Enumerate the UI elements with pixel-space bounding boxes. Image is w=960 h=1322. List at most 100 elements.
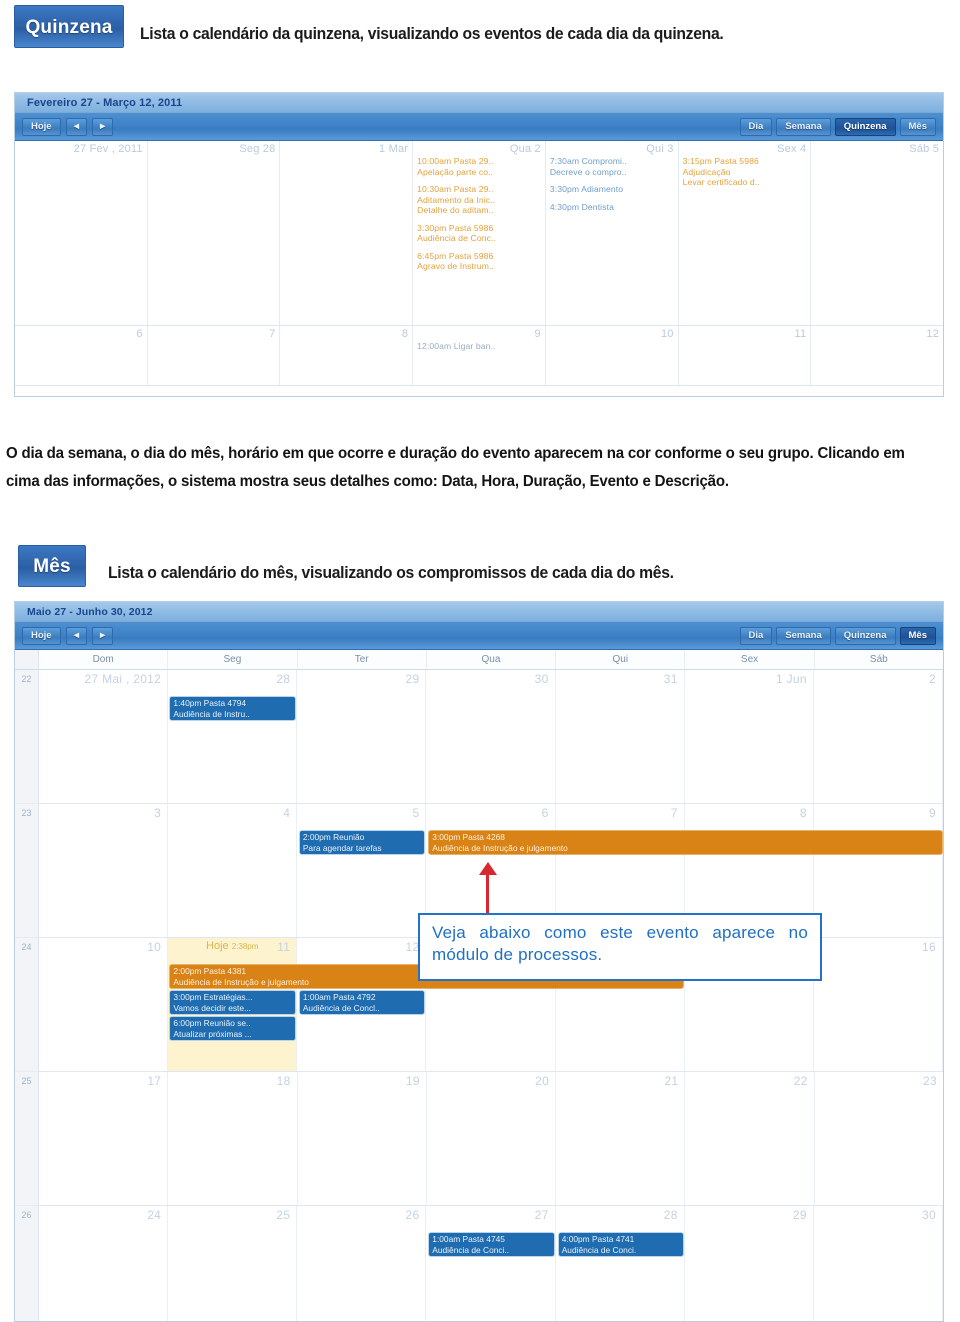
fortnight-calendar-title: Fevereiro 27 - Março 12, 2011 [15, 93, 943, 113]
week-number: 23 [15, 804, 38, 938]
quinzena-tag-button[interactable]: Quinzena [14, 5, 124, 48]
mes-tag-button[interactable]: Mês [18, 545, 86, 587]
event-line-2: Audiência de Conc.. [417, 233, 496, 243]
fortnight-day-cell[interactable]: 11 [679, 326, 812, 385]
month-day-cell[interactable]: 16 [814, 938, 943, 1071]
fortnight-event[interactable]: 7:30am Compromi.. Decreve o compro.. [550, 156, 674, 177]
month-day-cell[interactable]: 25 [168, 1206, 298, 1321]
prev-arrow-icon[interactable]: ◄ [65, 117, 87, 136]
fortnight-event[interactable]: 3:30pm Pasta 5986 Audiência de Conc.. [417, 223, 541, 244]
fortnight-day-cell[interactable]: 27 Fev , 2011 [15, 141, 148, 325]
fortnight-day-cell[interactable]: Qua 2 10:00am Pasta 29.. Apelação parte co… [413, 141, 546, 325]
fortnight-day-cell[interactable]: 9 12:00am Ligar ban.. [413, 326, 546, 385]
month-day-cell[interactable]: 31 [556, 670, 685, 803]
month-event-chip[interactable]: 2:00pm Reunião Para agendar tarefas [298, 830, 426, 855]
month-day-cell[interactable]: 29 [297, 670, 427, 803]
view-semana-button[interactable]: Semana [776, 117, 831, 136]
fortnight-event[interactable]: 10:30am Pasta 29.. Aditamento da Inic.. De… [417, 184, 541, 216]
month-day-number: 16 [922, 940, 936, 954]
month-event-chip[interactable]: 1:00am Pasta 4745 Audiência de Conci.. [428, 1232, 555, 1257]
month-day-cell[interactable]: 1 Jun [684, 670, 814, 803]
fortnight-event[interactable]: 3:30pm Adiamento [550, 184, 674, 195]
month-day-number: 29 [405, 672, 420, 686]
fortnight-day-cell[interactable]: 7 [148, 326, 281, 385]
view-switcher: Dia Semana Quinzena Mês [739, 117, 936, 136]
fortnight-day-label: Seg 28 [239, 143, 276, 155]
fortnight-event[interactable]: 6:45pm Pasta 5986 Agravo de Instrum.. [417, 251, 541, 272]
event-line-1: 7:30am Compromi.. [549, 156, 628, 166]
month-day-cell[interactable]: 10 [39, 938, 169, 1071]
today-button[interactable]: Hoje [22, 117, 61, 136]
month-day-cell[interactable]: 30 [426, 670, 556, 803]
event-line-2: Para agendar tarefas [302, 842, 382, 853]
fortnight-day-label: 7 [269, 328, 276, 340]
month-day-number: 8 [799, 806, 807, 820]
event-line-3: Detalhe do aditam.. [417, 205, 494, 215]
fortnight-event[interactable]: 4:30pm Dentista [550, 202, 674, 213]
view-dia-button[interactable]: Dia [739, 626, 773, 645]
month-day-number: 1 Jun [775, 672, 807, 686]
event-line-1: 2:00pm Reunião [302, 832, 365, 842]
month-day-cell[interactable]: 3 [39, 804, 169, 937]
month-event-chip[interactable]: 3:00pm Pasta 4268 Audiência de Instrução … [428, 830, 943, 855]
view-semana-button[interactable]: Semana [776, 626, 831, 645]
fortnight-day-cell[interactable]: Sáb 5 [811, 141, 943, 325]
month-day-cell[interactable]: 5 [297, 804, 427, 937]
view-quinzena-button[interactable]: Quinzena [834, 626, 896, 645]
fortnight-event[interactable]: 3:15pm Pasta 5986 Adjudicação Levar certif… [683, 156, 807, 188]
month-event-chip[interactable]: 6:00pm Reunião se.. Atualizar próximas ..… [169, 1016, 296, 1041]
month-day-cell[interactable]: 4 [168, 804, 298, 937]
fortnight-day-cell[interactable]: 1 Mar [280, 141, 414, 325]
event-line-3: Levar certificado d.. [682, 177, 760, 187]
month-event-chip[interactable]: 1:40pm Pasta 4794 Audiência de Instru.. [169, 696, 296, 721]
month-day-cell[interactable]: 27 [426, 1206, 556, 1321]
month-day-cell[interactable]: 24 [39, 1206, 169, 1321]
month-day-cell[interactable]: 18 [168, 1072, 298, 1205]
event-line-2: Atualizar próximas ... [173, 1028, 252, 1039]
prev-arrow-icon[interactable]: ◄ [65, 626, 87, 645]
month-day-cell[interactable]: 21 [556, 1072, 686, 1205]
month-day-cell[interactable]: 23 [815, 1072, 943, 1205]
month-day-cell[interactable]: 28 [556, 1206, 685, 1321]
month-day-number: 27 Mai , 2012 [84, 672, 162, 686]
view-dia-button[interactable]: Dia [739, 117, 773, 136]
month-day-cell[interactable]: 20 [427, 1072, 557, 1205]
next-arrow-icon[interactable]: ► [92, 117, 114, 136]
fortnight-calendar: Fevereiro 27 - Março 12, 2011 Hoje ◄ ► D… [14, 92, 944, 397]
fortnight-day-cell[interactable]: 10 [546, 326, 679, 385]
week-number: 24 [15, 938, 38, 1072]
view-mes-button[interactable]: Mês [899, 626, 936, 645]
month-day-cell[interactable]: 26 [297, 1206, 427, 1321]
fortnight-day-cell[interactable]: Qui 3 7:30am Compromi.. Decreve o compro..… [546, 141, 679, 325]
fortnight-event[interactable]: 12:00am Ligar ban.. [417, 341, 541, 352]
event-line-1: 12:00am Ligar ban.. [417, 341, 496, 351]
event-line-1: 6:00pm Reunião se.. [173, 1018, 251, 1028]
fortnight-day-cell[interactable]: Seg 28 [148, 141, 281, 325]
fortnight-event[interactable]: 10:00am Pasta 29.. Apelação parte co.. [417, 156, 541, 177]
month-day-cell[interactable]: 27 Mai , 2012 [39, 670, 169, 803]
month-day-cell[interactable]: 9 [814, 804, 943, 937]
event-line-1: 3:30pm Adiamento [549, 184, 624, 194]
month-event-chip[interactable]: 3:00pm Estratégias... Vamos decidir este.… [169, 990, 296, 1015]
month-day-cell[interactable]: 19 [298, 1072, 427, 1205]
today-button[interactable]: Hoje [22, 626, 61, 645]
next-arrow-icon[interactable]: ► [92, 626, 114, 645]
month-day-cell[interactable]: 29 [685, 1206, 814, 1321]
fortnight-day-cell[interactable]: 8 [280, 326, 414, 385]
month-day-cell[interactable]: 30 [814, 1206, 943, 1321]
event-line-1: 4:30pm Dentista [549, 201, 614, 212]
fortnight-calendar-toolbar: Hoje ◄ ► Dia Semana Quinzena Mês [15, 113, 943, 141]
month-day-number: 3 [154, 806, 162, 820]
fortnight-day-cell[interactable]: Sex 4 3:15pm Pasta 5986 Adjudicação Levar c… [679, 141, 812, 325]
view-quinzena-button[interactable]: Quinzena [834, 117, 896, 136]
month-event-chip[interactable]: 4:00pm Pasta 4741 Audiência de Conci. [557, 1232, 685, 1257]
fortnight-day-cell[interactable]: 12 [811, 326, 943, 385]
month-day-cell[interactable]: 28 [168, 670, 298, 803]
month-day-cell[interactable]: 17 [39, 1072, 169, 1205]
month-event-chip[interactable]: 1:00am Pasta 4792 Audiência de Concl.. [298, 990, 426, 1015]
fortnight-day-cell[interactable]: 6 [15, 326, 148, 385]
weekday-header: Ter [298, 650, 427, 669]
month-day-cell[interactable]: 2 [813, 670, 943, 803]
month-day-cell[interactable]: 22 [685, 1072, 815, 1205]
view-mes-button[interactable]: Mês [899, 117, 936, 136]
